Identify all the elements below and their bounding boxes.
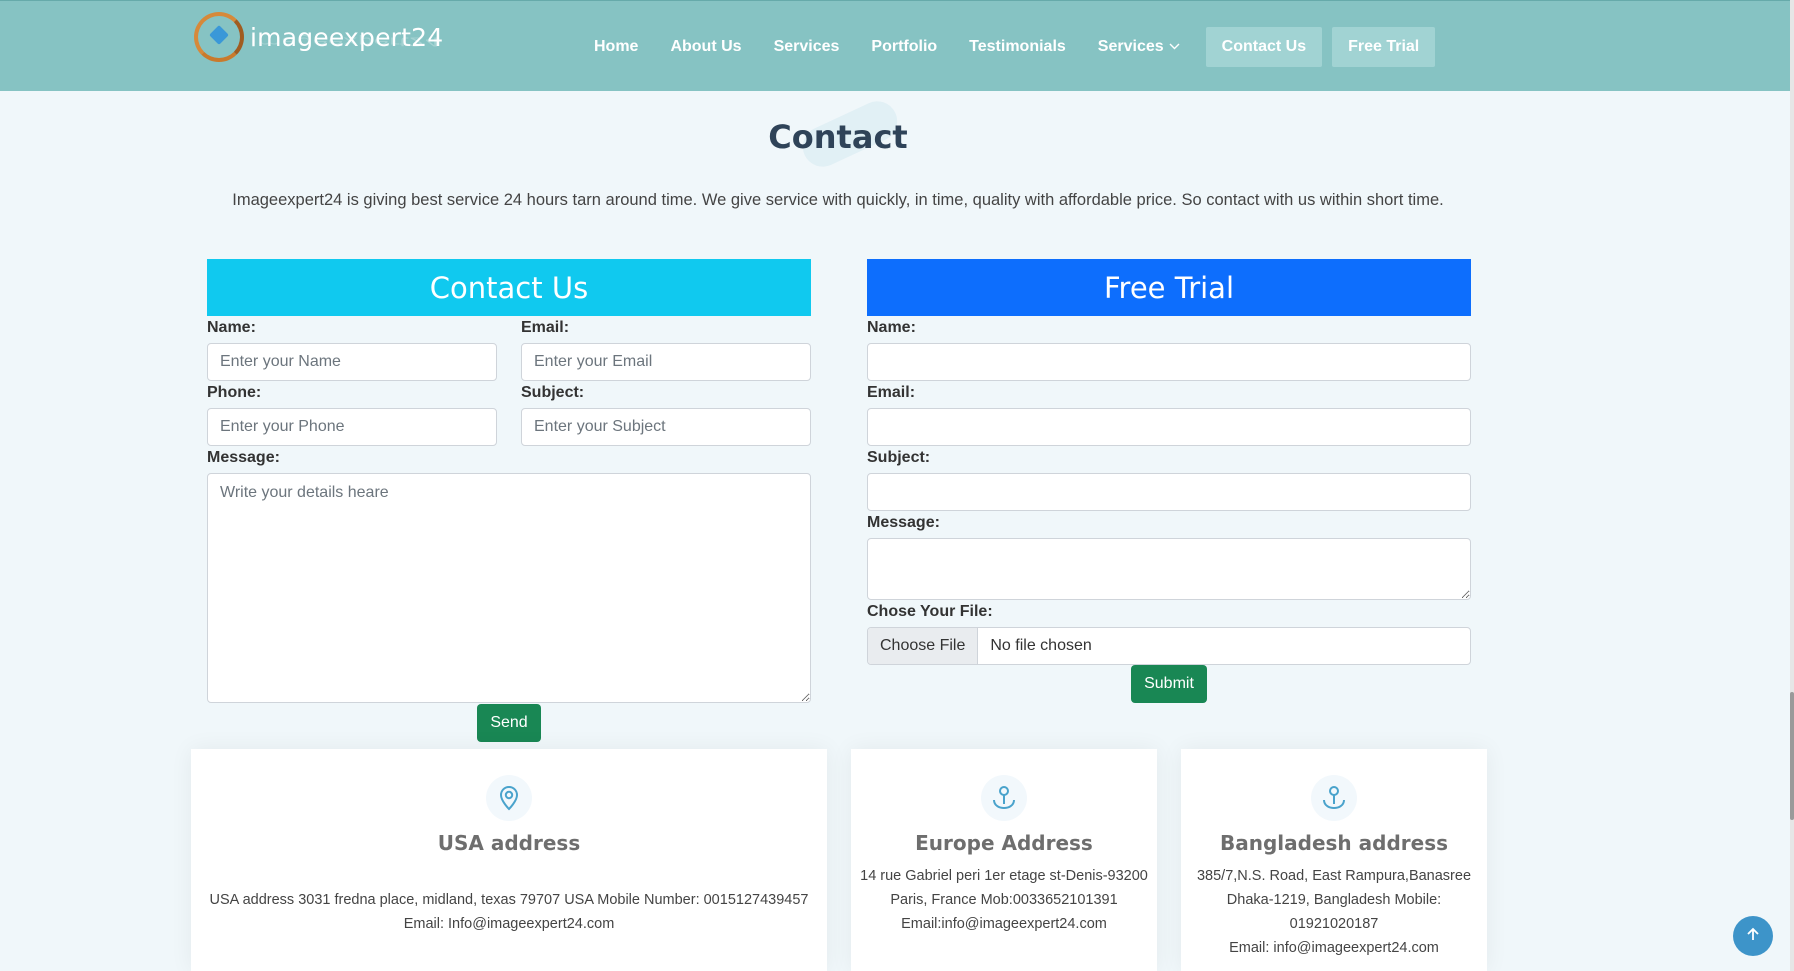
- nav-contact-us-label: Contact Us: [1221, 38, 1307, 55]
- contact-email-input[interactable]: [521, 343, 811, 381]
- free-trial-form: Free Trial Name: Email: Subject: Message…: [867, 259, 1471, 703]
- nav-free-trial[interactable]: Free Trial: [1332, 27, 1436, 67]
- europe-address-card: Europe Address 14 rue Gabriel peri 1er e…: [851, 749, 1157, 971]
- nav-portfolio-label: Portfolio: [871, 38, 938, 55]
- choose-file-button[interactable]: Choose File: [868, 628, 979, 664]
- chevron-down-icon: [1169, 41, 1180, 53]
- scroll-to-top-button[interactable]: [1733, 916, 1773, 956]
- bangladesh-address-line-1: 385/7,N.S. Road, East Rampura,Banasree: [1196, 868, 1472, 884]
- nav-home[interactable]: Home: [578, 27, 654, 67]
- page-intro: Imageexpert24 is giving best service 24 …: [232, 191, 1444, 209]
- nav-about-us[interactable]: About Us: [654, 27, 757, 67]
- nav-portfolio[interactable]: Portfolio: [855, 27, 953, 67]
- logo-reflection: imageexpert24: [250, 34, 441, 50]
- usa-address-line: USA address 3031 fredna place, midland, …: [209, 892, 809, 908]
- trial-name-input[interactable]: [867, 343, 1471, 381]
- bangladesh-address-card: Bangladesh address 385/7,N.S. Road, East…: [1181, 749, 1487, 971]
- contact-subject-label: Subject:: [521, 384, 585, 401]
- page-title: Contact: [768, 118, 908, 156]
- submit-button[interactable]: Submit: [1131, 665, 1207, 703]
- europe-address-title: Europe Address: [915, 831, 1093, 855]
- trial-name-label: Name:: [867, 319, 916, 336]
- usa-address-title: USA address: [437, 831, 581, 855]
- send-button[interactable]: Send: [477, 704, 541, 742]
- contact-subject-input[interactable]: [521, 408, 811, 446]
- page-scrollbar-thumb[interactable]: [1790, 692, 1794, 820]
- bangladesh-address-title: Bangladesh address: [1220, 831, 1448, 855]
- main-nav: Home About Us Services Portfolio Testimo…: [578, 27, 1436, 67]
- nav-home-label: Home: [594, 38, 639, 55]
- nav-free-trial-label: Free Trial: [1348, 38, 1420, 55]
- usa-address-card: USA address USA address 3031 fredna plac…: [191, 749, 827, 971]
- europe-address-line-2: Paris, France Mob:0033652101391: [890, 892, 1118, 908]
- contact-phone-label: Phone:: [207, 384, 262, 401]
- bangladesh-address-email: Email: info@imageexpert24.com: [1229, 940, 1439, 956]
- file-input[interactable]: Choose File No file chosen: [867, 627, 1471, 665]
- contact-email-label: Email:: [521, 319, 570, 336]
- trial-file-label: Chose Your File:: [867, 603, 993, 620]
- nav-services-label: Services: [773, 38, 840, 55]
- nav-services[interactable]: Services: [758, 27, 856, 67]
- free-trial-heading: Free Trial: [867, 259, 1471, 316]
- contact-name-label: Name:: [207, 319, 256, 336]
- logo-mark-icon: [194, 12, 244, 62]
- contact-message-label: Message:: [207, 449, 280, 466]
- nav-contact-us[interactable]: Contact Us: [1205, 27, 1323, 67]
- contact-phone-input[interactable]: [207, 408, 497, 446]
- nav-services-dropdown[interactable]: Services: [1082, 27, 1196, 67]
- trial-message-textarea[interactable]: [867, 538, 1471, 600]
- map-pin-anchor-icon: [981, 775, 1027, 821]
- map-pin-anchor-icon: [1311, 775, 1357, 821]
- nav-services-dropdown-label: Services: [1097, 38, 1164, 55]
- nav-about-us-label: About Us: [670, 38, 742, 55]
- trial-subject-label: Subject:: [867, 449, 931, 466]
- site-logo[interactable]: imageexpert24 imageexpert24: [194, 7, 443, 67]
- bangladesh-address-line-2: Dhaka-1219, Bangladesh Mobile: 019210201…: [1226, 892, 1442, 932]
- site-header: imageexpert24 imageexpert24 Home About U…: [0, 0, 1790, 91]
- contact-name-input[interactable]: [207, 343, 497, 381]
- nav-testimonials-label: Testimonials: [969, 38, 1066, 55]
- trial-email-label: Email:: [867, 384, 916, 401]
- page-scrollbar[interactable]: [1790, 0, 1794, 971]
- trial-subject-input[interactable]: [867, 473, 1471, 511]
- bangladesh-address-text: 385/7,N.S. Road, East Rampura,Banasree D…: [1181, 864, 1487, 960]
- europe-address-line-1: 14 rue Gabriel peri 1er etage st-Denis-9…: [860, 868, 1148, 884]
- contact-message-textarea[interactable]: [207, 473, 811, 703]
- europe-address-text: 14 rue Gabriel peri 1er etage st-Denis-9…: [851, 864, 1157, 936]
- file-status: No file chosen: [990, 637, 1092, 654]
- trial-message-label: Message:: [867, 514, 940, 531]
- usa-address-text: USA address 3031 fredna place, midland, …: [191, 888, 827, 936]
- trial-email-input[interactable]: [867, 408, 1471, 446]
- arrow-up-icon: [1745, 926, 1761, 947]
- contact-form-heading: Contact Us: [207, 259, 811, 316]
- usa-address-email: Email: Info@imageexpert24.com: [403, 916, 615, 932]
- nav-testimonials[interactable]: Testimonials: [953, 27, 1082, 67]
- contact-form: Contact Us Name: Email: Phone: Subject: …: [207, 259, 811, 742]
- location-pin-icon: [486, 775, 532, 821]
- europe-address-email: Email:info@imageexpert24.com: [901, 916, 1107, 932]
